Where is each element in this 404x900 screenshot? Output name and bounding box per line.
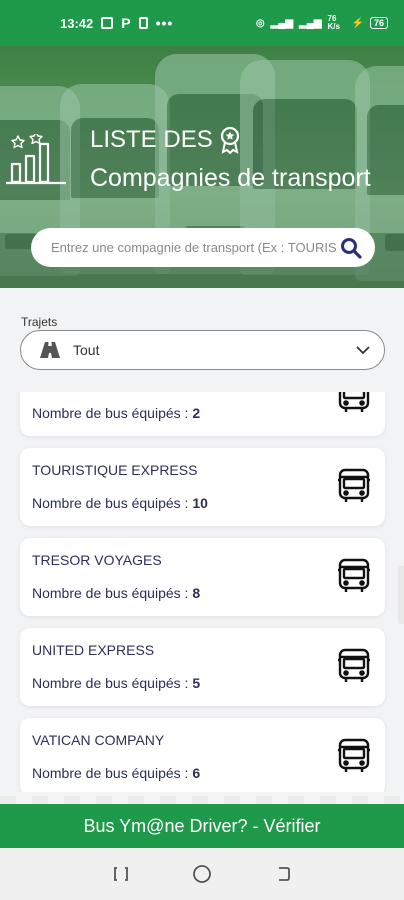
battery-saver-icon xyxy=(138,17,148,29)
trajets-dropdown[interactable]: Tout xyxy=(20,330,385,370)
recent-apps-icon xyxy=(113,867,128,881)
award-icon xyxy=(220,126,239,154)
bus-count-label: Nombre de bus équipés : xyxy=(32,765,189,781)
bus-icon xyxy=(337,558,371,594)
chevron-down-icon xyxy=(356,346,370,355)
bus-icon xyxy=(337,468,371,504)
company-card[interactable]: UNITED EXPRESS Nombre de bus équipés : 5 xyxy=(20,628,385,706)
search-bar xyxy=(31,228,375,267)
verify-driver-button[interactable]: Bus Ym@ne Driver? - Vérifier xyxy=(0,796,404,848)
hero-title-line1: LISTE DES xyxy=(90,126,241,154)
bus-count-label: Nombre de bus équipés : xyxy=(32,585,189,601)
back-icon xyxy=(279,867,291,881)
bus-count-label: Nombre de bus équipés : xyxy=(32,675,189,691)
company-card[interactable]: VATICAN COMPANY Nombre de bus équipés : … xyxy=(20,718,385,792)
company-name: VATICAN COMPANY xyxy=(32,732,165,748)
home-button[interactable] xyxy=(191,863,213,885)
scroll-handle[interactable] xyxy=(398,566,404,624)
status-time: 13:42 xyxy=(60,15,94,31)
road-icon xyxy=(40,342,60,358)
more-notifications-icon: ••• xyxy=(155,15,174,31)
back-button[interactable] xyxy=(272,863,294,885)
bus-count-label: Nombre de bus équipés : xyxy=(32,495,189,511)
system-nav-bar xyxy=(0,848,404,900)
company-name: TOURISTIQUE EXPRESS xyxy=(32,462,198,478)
hero-title-line2: Compagnies de transport xyxy=(90,164,371,192)
bus-count-label: Nombre de bus équipés : xyxy=(32,405,189,421)
search-input[interactable] xyxy=(51,240,337,255)
bus-count: Nombre de bus équipés : 6 xyxy=(32,765,200,781)
company-name: UNITED EXPRESS xyxy=(32,642,155,658)
home-icon xyxy=(193,865,211,883)
hero-banner: LISTE DES Compagnies de transport xyxy=(0,46,404,288)
search-button[interactable] xyxy=(337,234,365,262)
bus-count: Nombre de bus équipés : 8 xyxy=(32,585,200,601)
network-speed: 76 K/s xyxy=(327,14,340,31)
trajets-selected-value: Tout xyxy=(73,342,100,358)
company-card[interactable]: Nombre de bus équipés : 2 xyxy=(20,392,385,436)
bus-count-value: 10 xyxy=(192,495,208,511)
bus-count: Nombre de bus équipés : 10 xyxy=(32,495,208,511)
status-bar: 13:42 P ••• ◎ ▂▄▆ ▂▄▆ 76 K/s ⚡ 76 xyxy=(0,0,404,46)
bus-icon xyxy=(337,738,371,774)
wifi-signal-icon: ▂▄▆ xyxy=(299,17,322,29)
bus-count-value: 2 xyxy=(192,405,201,421)
battery-level: 76 xyxy=(369,17,388,29)
trajets-label: Trajets xyxy=(21,315,58,329)
signal-icon: ▂▄▆ xyxy=(270,17,294,29)
bus-icon xyxy=(337,648,371,684)
hero-title-text: LISTE DES xyxy=(90,126,213,153)
recent-apps-button[interactable] xyxy=(110,863,132,885)
hotspot-icon: ◎ xyxy=(255,17,265,29)
bus-icon xyxy=(337,392,371,414)
search-icon xyxy=(341,237,362,259)
bus-count: Nombre de bus équipés : 5 xyxy=(32,675,200,691)
company-list: Nombre de bus équipés : 2 TOURISTIQUE EX… xyxy=(0,392,404,792)
company-card[interactable]: TOURISTIQUE EXPRESS Nombre de bus équipé… xyxy=(20,448,385,526)
notification-icon xyxy=(101,17,114,29)
bar-chart-icon xyxy=(6,134,66,185)
bus-count: Nombre de bus équipés : 2 xyxy=(32,405,200,421)
bus-count-value: 5 xyxy=(192,675,201,691)
company-name: TRESOR VOYAGES xyxy=(32,552,162,568)
company-card[interactable]: TRESOR VOYAGES Nombre de bus équipés : 8 xyxy=(20,538,385,616)
parking-icon: P xyxy=(121,15,131,31)
charging-icon: ⚡ xyxy=(351,17,364,29)
bus-count-value: 6 xyxy=(192,765,201,781)
bus-count-value: 8 xyxy=(192,585,201,601)
